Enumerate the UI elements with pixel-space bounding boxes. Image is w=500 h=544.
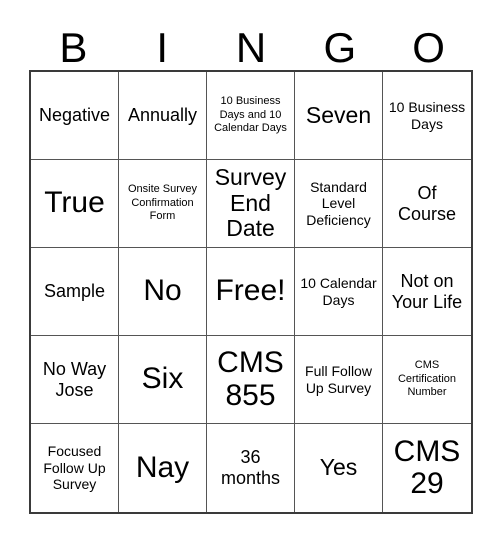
bingo-cell[interactable]: Onsite Survey Confirmation Form: [119, 160, 207, 248]
bingo-cell-label: 10 Business Days and 10 Calendar Days: [214, 95, 287, 135]
bingo-cell-label: CMS 855: [217, 346, 284, 412]
bingo-cell-label: Seven: [305, 101, 372, 128]
bingo-cell[interactable]: Of Course: [383, 160, 471, 248]
bingo-cell-label: Of Course: [397, 182, 457, 224]
bingo-cell-label: Free!: [215, 274, 286, 308]
bingo-cell[interactable]: Yes: [295, 424, 383, 512]
bingo-cell-label: Sample: [43, 281, 106, 302]
bingo-cell-label: True: [44, 186, 105, 220]
bingo-cell-label: Six: [141, 362, 184, 396]
bingo-cell-label: No Way Jose: [42, 358, 107, 400]
bingo-cell[interactable]: Sample: [31, 248, 119, 336]
bingo-cell[interactable]: CMS 29: [383, 424, 471, 512]
bingo-cell[interactable]: 10 Business Days and 10 Calendar Days: [207, 72, 295, 160]
bingo-cell-label: Focused Follow Up Survey: [43, 443, 106, 493]
bingo-header-letter-b: B: [59, 24, 88, 71]
bingo-card: B I N G O Negative Annually 10 Business Days a…: [0, 0, 500, 544]
bingo-cell[interactable]: Focused Follow Up Survey: [31, 424, 119, 512]
bingo-cell[interactable]: 36 months: [207, 424, 295, 512]
bingo-header-letter-n: N: [235, 24, 267, 71]
bingo-header-letter-o: O: [412, 24, 445, 71]
bingo-header-letter-g: G: [323, 24, 357, 71]
bingo-cell[interactable]: Annually: [119, 72, 207, 160]
bingo-cell[interactable]: Six: [119, 336, 207, 424]
bingo-cell[interactable]: CMS Certification Number: [383, 336, 471, 424]
bingo-cell-label: Standard Level Deficiency: [306, 178, 371, 228]
bingo-cell[interactable]: 10 Calendar Days: [295, 248, 383, 336]
bingo-cell[interactable]: Not on Your Life: [383, 248, 471, 336]
bingo-cell-label: Full Follow Up Survey: [305, 362, 372, 396]
bingo-cell[interactable]: No: [119, 248, 207, 336]
bingo-cell-label: Onsite Survey Confirmation Form: [127, 183, 198, 223]
bingo-cell[interactable]: Negative: [31, 72, 119, 160]
bingo-cell-label: Not on Your Life: [391, 270, 463, 312]
bingo-cell[interactable]: Seven: [295, 72, 383, 160]
bingo-free-space-cell[interactable]: Free!: [207, 248, 295, 336]
bingo-cell[interactable]: Survey End Date: [207, 160, 295, 248]
bingo-cell[interactable]: Full Follow Up Survey: [295, 336, 383, 424]
bingo-cell-label: Yes: [319, 454, 358, 481]
bingo-header-letter-i: I: [156, 24, 169, 71]
bingo-cell-label: 10 Business Days: [388, 98, 466, 132]
bingo-cell-label: Survey End Date: [214, 163, 287, 242]
bingo-cell-label: Negative: [38, 105, 111, 126]
bingo-cell-label: Annually: [127, 105, 198, 126]
bingo-cell-label: 10 Calendar Days: [300, 274, 377, 308]
bingo-cell[interactable]: CMS 855: [207, 336, 295, 424]
bingo-cell[interactable]: No Way Jose: [31, 336, 119, 424]
bingo-cell[interactable]: 10 Business Days: [383, 72, 471, 160]
bingo-cell-label: 36 months: [220, 447, 281, 488]
bingo-cell[interactable]: True: [31, 160, 119, 248]
bingo-cell-label: CMS 29: [393, 434, 461, 500]
bingo-cell[interactable]: Nay: [119, 424, 207, 512]
bingo-header-row: BINGO: [29, 16, 473, 70]
bingo-cell-label: Nay: [135, 450, 190, 484]
bingo-cell-label: CMS Certification Number: [397, 359, 457, 399]
bingo-cell[interactable]: Standard Level Deficiency: [295, 160, 383, 248]
bingo-cell-label: No: [143, 274, 182, 308]
bingo-grid: Negative Annually 10 Business Days and 10 …: [29, 70, 473, 514]
